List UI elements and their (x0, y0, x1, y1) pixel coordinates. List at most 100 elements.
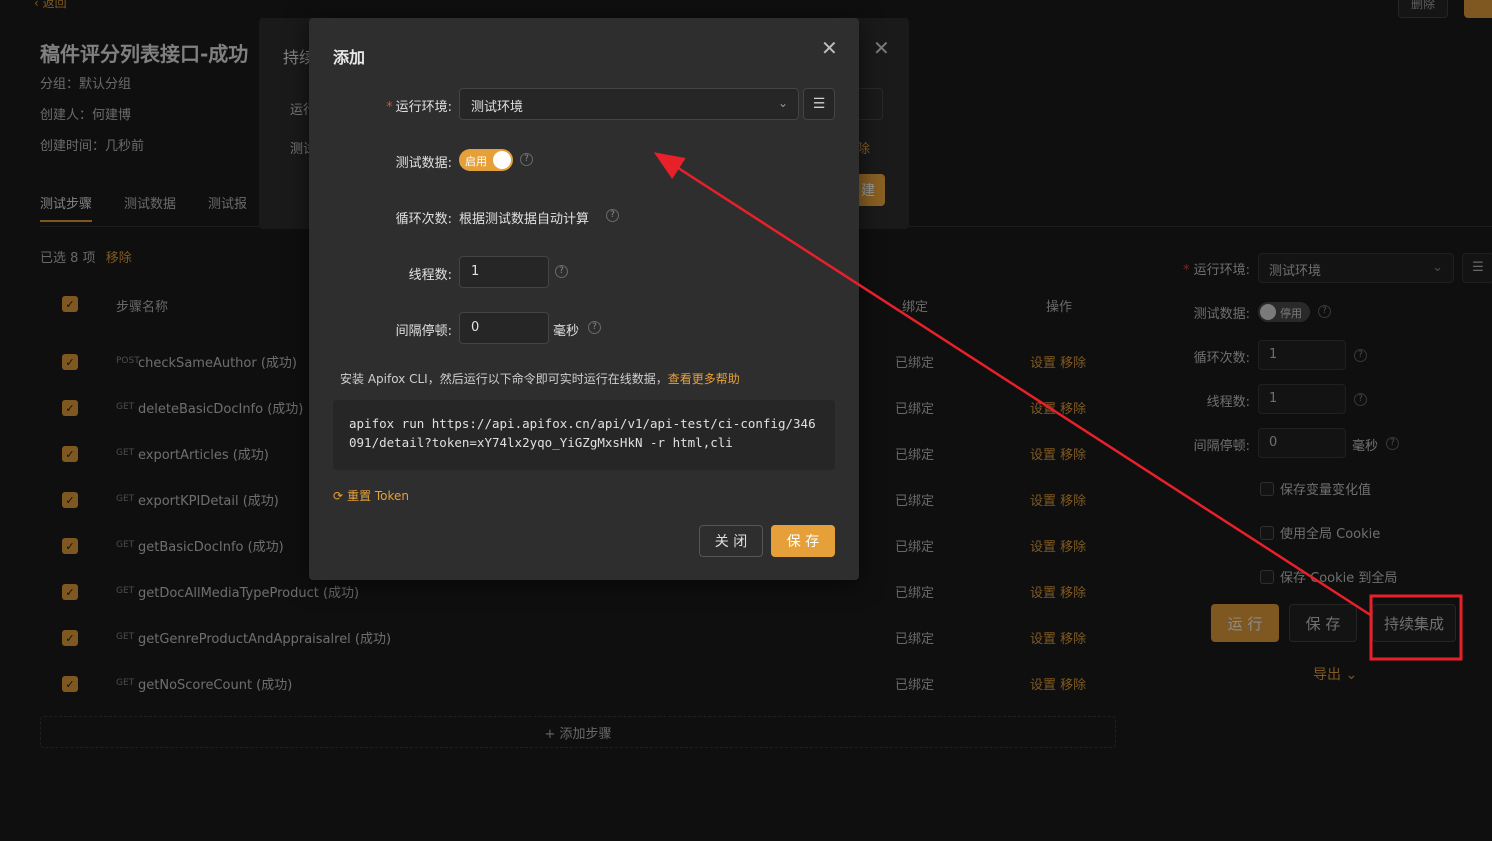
row-actions[interactable]: 设置 移除 (1030, 352, 1086, 371)
refresh-icon: ⟳ (333, 488, 344, 503)
env-select[interactable]: 测试环境 ⌄ (459, 88, 799, 120)
method-badge: POST (116, 356, 140, 366)
step-name[interactable]: deleteBasicDocInfo (成功) (138, 398, 303, 417)
row-checkbox[interactable]: ✓ (62, 538, 78, 554)
row-actions[interactable]: 设置 移除 (1030, 444, 1086, 463)
rp-loop-input[interactable]: 1 (1258, 340, 1346, 370)
cli-help-link[interactable]: 查看更多帮助 (668, 372, 740, 386)
rp-env-label: * 运行环境: (1182, 263, 1250, 278)
rp-interval-unit: 毫秒 (1352, 439, 1379, 454)
rp-check-save-cookie[interactable]: 保存 Cookie 到全局 (1260, 567, 1397, 586)
step-name[interactable]: checkSameAuthor (成功) (138, 352, 297, 371)
rp-data-help-icon[interactable]: ? (1318, 305, 1331, 318)
row-checkbox[interactable]: ✓ (62, 446, 78, 462)
rp-save-button[interactable]: 保 存 (1289, 604, 1357, 642)
row-actions[interactable]: 设置 移除 (1030, 536, 1086, 555)
selection-info: 已选 8 项 移除 (40, 247, 132, 266)
rp-run-button[interactable]: 运 行 (1211, 604, 1279, 642)
selected-count: 已选 8 项 (40, 251, 96, 266)
group-meta: 分组：默认分组 (40, 77, 132, 92)
select-all-checkbox[interactable]: ✓ (62, 296, 78, 312)
rp-env-select[interactable]: 测试环境 ⌄ (1258, 253, 1454, 283)
loop-text: 根据测试数据自动计算 (459, 212, 590, 227)
rp-threads-help-icon[interactable]: ? (1354, 393, 1367, 406)
rp-data-toggle[interactable]: 停用 (1258, 302, 1310, 322)
row-checkbox[interactable]: ✓ (62, 630, 78, 646)
created-meta: 创建时间：几秒前 (40, 139, 145, 154)
rp-loop-label: 循环次数: (1193, 351, 1250, 366)
row-actions[interactable]: 设置 移除 (1030, 628, 1086, 647)
rp-loop-help-icon[interactable]: ? (1354, 349, 1367, 362)
rp-interval-label: 间隔停顿: (1193, 439, 1250, 454)
step-name[interactable]: getBasicDocInfo (成功) (138, 536, 284, 555)
dialog-close-icon[interactable]: ✕ (821, 36, 838, 60)
bind-status: 已绑定 (895, 632, 935, 647)
row-checkbox[interactable]: ✓ (62, 676, 78, 692)
close-button[interactable]: 关 闭 (699, 525, 763, 557)
row-actions[interactable]: 设置 移除 (1030, 490, 1086, 509)
threads-input[interactable]: 1 (459, 256, 549, 288)
tab-test-data[interactable]: 测试数据 (124, 193, 176, 222)
add-ci-dialog: 添加 ✕ * 运行环境: 测试环境 ⌄ ☰ 测试数据: 启用 ? 循环次数: 根据… (309, 18, 859, 580)
save-button[interactable]: 保 存 (771, 525, 835, 557)
row-actions[interactable]: 设置 移除 (1030, 398, 1086, 417)
loop-help-icon[interactable]: ? (606, 209, 619, 222)
threads-help-icon[interactable]: ? (555, 265, 568, 278)
row-checkbox[interactable]: ✓ (62, 400, 78, 416)
row-checkbox[interactable]: ✓ (62, 584, 78, 600)
rp-data-label: 测试数据: (1193, 307, 1250, 322)
rp-threads-input[interactable]: 1 (1258, 384, 1346, 414)
row-checkbox[interactable]: ✓ (62, 492, 78, 508)
bind-status: 已绑定 (895, 586, 935, 601)
bind-status: 已绑定 (895, 540, 935, 555)
rp-check-save-vars[interactable]: 保存变量变化值 (1260, 479, 1371, 498)
table-row[interactable]: ✓ GET getGenreProductAndAppraisalrel (成功) 已… (40, 623, 1116, 669)
rp-check-global-cookie[interactable]: 使用全局 Cookie (1260, 523, 1380, 542)
add-step-button[interactable]: + 添加步骤 (40, 716, 1116, 748)
tab-test-report[interactable]: 测试报 (208, 193, 247, 222)
bg-dialog-close-icon[interactable]: ✕ (873, 36, 890, 60)
cli-command-block[interactable]: apifox run https://api.apifox.cn/api/v1/… (333, 400, 835, 470)
bind-status: 已绑定 (895, 494, 935, 509)
interval-unit: 毫秒 (553, 324, 580, 339)
col-header-ops: 操作 (1046, 300, 1073, 315)
remove-selected-link[interactable]: 移除 (106, 251, 132, 266)
back-link[interactable]: ‹ 返回 (34, 0, 67, 11)
step-name[interactable]: getDocAllMediaTypeProduct (成功) (138, 582, 359, 601)
loop-label: 循环次数: (395, 212, 452, 227)
env-label: * 运行环境: (386, 100, 452, 115)
method-badge: GET (116, 678, 135, 688)
bind-status: 已绑定 (895, 356, 935, 371)
rp-export-link[interactable]: 导出 ⌄ (1313, 664, 1357, 684)
rp-env-list-icon[interactable]: ☰ (1462, 253, 1492, 283)
step-name[interactable]: exportKPIDetail (成功) (138, 490, 279, 509)
bind-status: 已绑定 (895, 678, 935, 693)
top-action-button[interactable] (1464, 0, 1492, 18)
reset-token-link[interactable]: ⟳ 重置 Token (333, 487, 409, 504)
data-help-icon[interactable]: ? (520, 153, 533, 166)
data-toggle[interactable]: 启用 (459, 149, 513, 171)
step-name[interactable]: exportArticles (成功) (138, 444, 269, 463)
cli-hint: 安装 Apifox CLI，然后运行以下命令即可实时运行在线数据，查看更多帮助 (340, 372, 740, 386)
method-badge: GET (116, 632, 135, 642)
step-name[interactable]: getNoScoreCount (成功) (138, 674, 292, 693)
row-actions[interactable]: 设置 移除 (1030, 582, 1086, 601)
rp-interval-help-icon[interactable]: ? (1386, 437, 1399, 450)
table-row[interactable]: ✓ GET getNoScoreCount (成功) 已绑定 设置 移除 (40, 669, 1116, 715)
row-actions[interactable]: 设置 移除 (1030, 674, 1086, 693)
env-list-icon[interactable]: ☰ (803, 88, 835, 120)
row-checkbox[interactable]: ✓ (62, 354, 78, 370)
interval-help-icon[interactable]: ? (588, 321, 601, 334)
delete-button[interactable]: 删除 (1398, 0, 1449, 18)
dialog-title: 添加 (333, 48, 366, 67)
tab-test-steps[interactable]: 测试步骤 (40, 193, 93, 222)
interval-input[interactable]: 0 (459, 312, 549, 344)
table-row[interactable]: ✓ GET getDocAllMediaTypeProduct (成功) 已绑定 设置 … (40, 577, 1116, 623)
rp-interval-input[interactable]: 0 (1258, 428, 1346, 458)
rp-ci-button[interactable]: 持续集成 (1372, 604, 1456, 642)
method-badge: GET (116, 494, 135, 504)
step-name[interactable]: getGenreProductAndAppraisalrel (成功) (138, 628, 391, 647)
data-label: 测试数据: (395, 156, 452, 171)
col-header-name: 步骤名称 (116, 300, 169, 315)
chevron-down-icon: ⌄ (777, 96, 788, 110)
